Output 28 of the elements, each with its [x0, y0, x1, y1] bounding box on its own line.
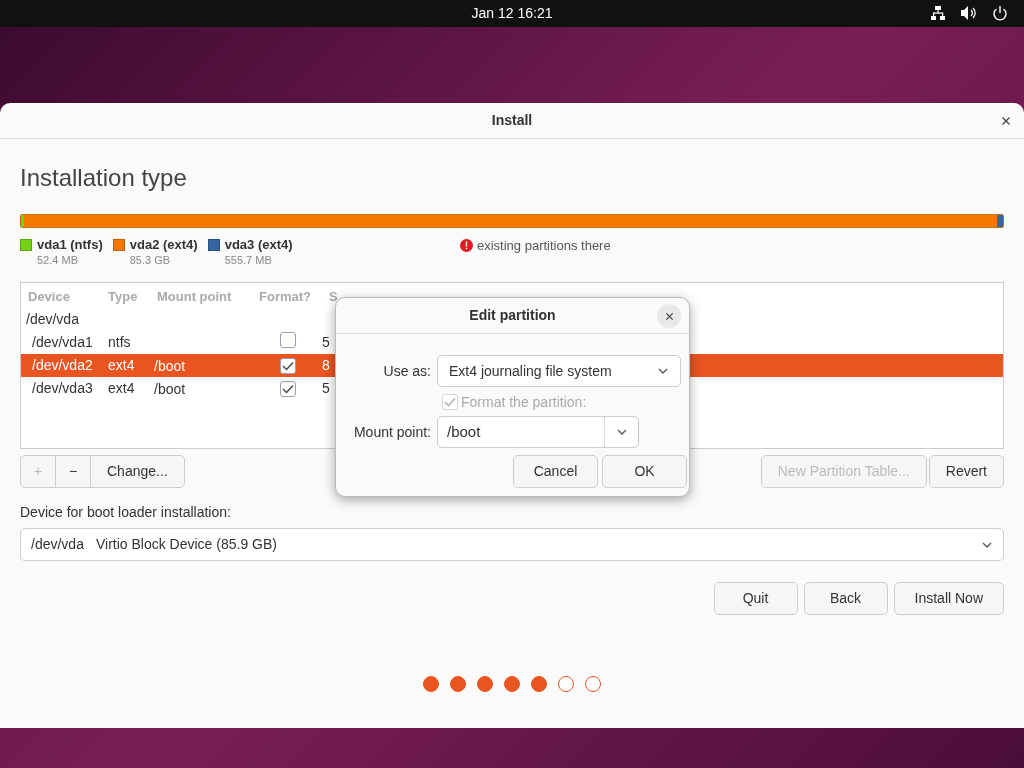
- legend-size: 555.7 MB: [224, 253, 273, 267]
- table-cell-text: /dev/vda2: [32, 356, 94, 375]
- warning-text: existing partitions there: [477, 237, 611, 255]
- table-cell-text: /dev/vda1: [32, 333, 94, 352]
- table-cell-text: 5: [322, 379, 330, 398]
- dialog-title: Edit partition: [469, 306, 556, 325]
- table-cell-text: ntfs: [108, 333, 132, 352]
- field-label: Use as:: [382, 361, 431, 381]
- legend-label: vda1 (ntfs): [37, 237, 103, 253]
- table-cell-text: ext4: [108, 356, 136, 375]
- table-cell: /boot: [154, 380, 186, 397]
- legend-size: 85.3 GB: [129, 253, 172, 267]
- table-cell-text: /dev/vda: [26, 310, 79, 329]
- legend-label: vda3 (ext4): [224, 237, 293, 253]
- page-heading: Installation type: [20, 163, 188, 192]
- table-cell-text: 5: [322, 333, 330, 352]
- device-description: Virtio Block Device (85.9 GB): [95, 535, 277, 554]
- checkbox-label: Format the partition:: [461, 392, 587, 412]
- table-cell-text: ext4: [108, 379, 136, 398]
- table-cell-text: /dev/vda3: [32, 379, 94, 398]
- window-title: Install: [491, 111, 533, 130]
- boot-loader-label: Device for boot loader installation:: [20, 503, 232, 522]
- legend-size: 52.4 MB: [37, 253, 79, 267]
- field-label: Mount point:: [352, 422, 431, 442]
- legend-label: vda2 (ext4): [129, 237, 198, 253]
- device-path: /dev/vda: [31, 535, 84, 554]
- table-cell: /boot: [154, 357, 186, 374]
- table-cell-text: 8: [322, 356, 330, 375]
